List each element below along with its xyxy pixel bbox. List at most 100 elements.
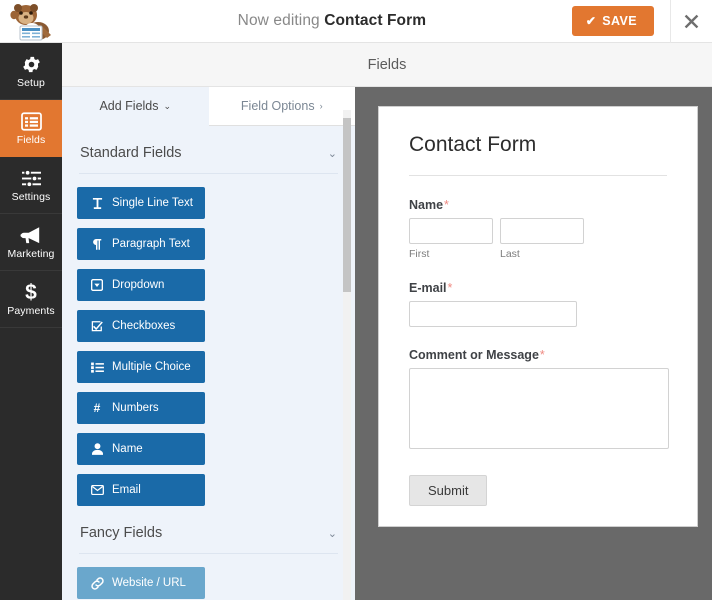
field-button-single-line-text[interactable]: Single Line Text [77, 187, 205, 219]
dropdown-caret-box-icon [90, 279, 104, 291]
tab-field-options-label: Field Options [240, 99, 315, 113]
name-first-input[interactable] [409, 218, 493, 244]
chevron-down-icon: ⌄ [327, 147, 337, 160]
field-button-numbers[interactable]: # Numbers [77, 392, 205, 424]
fields-panel-scrollbar-thumb[interactable] [343, 118, 351, 292]
gear-icon [21, 54, 42, 75]
field-label: E-mail* [409, 281, 667, 295]
sidebar-item-settings[interactable]: Settings [0, 157, 62, 214]
sidebar-item-setup[interactable]: Setup [0, 43, 62, 100]
user-icon [90, 443, 104, 455]
close-icon [684, 14, 699, 28]
pilcrow-icon [90, 238, 104, 250]
field-label-text: E-mail [409, 281, 447, 295]
list-ul-icon [90, 362, 104, 373]
sidebar-item-payments[interactable]: $ Payments [0, 271, 62, 328]
field-button-label: Email [112, 484, 141, 496]
field-button-label: Multiple Choice [112, 361, 191, 373]
comment-textarea[interactable] [409, 368, 669, 449]
sidebar-item-settings-label: Settings [11, 190, 51, 203]
sliders-icon [21, 168, 42, 189]
sidebar-item-setup-label: Setup [17, 76, 45, 89]
dollar-icon: $ [25, 280, 37, 304]
field-button-label: Single Line Text [112, 197, 193, 209]
text-cursor-icon [90, 197, 104, 209]
group-header-standard-fields[interactable]: Standard Fields ⌄ [77, 126, 340, 173]
field-button-website-url[interactable]: Website / URL [77, 567, 205, 599]
group-title-fancy: Fancy Fields [80, 525, 163, 541]
name-last-sublabel: Last [500, 248, 520, 260]
name-last-input[interactable] [500, 218, 584, 244]
builder-sidebar: Setup Fields Settings Marketing $ Paymen… [0, 43, 62, 600]
form-name-title: Contact Form [324, 12, 427, 29]
megaphone-icon [20, 225, 42, 246]
group-divider [79, 173, 338, 174]
save-button[interactable]: ✔ SAVE [571, 6, 654, 36]
preview-field-name[interactable]: Name* First Last [409, 198, 667, 260]
checkbox-checked-icon [90, 320, 104, 332]
editing-title: Now editing Contact Form [62, 12, 572, 30]
field-button-label: Website / URL [112, 577, 186, 589]
name-subfields-row: First Last [409, 218, 667, 260]
page-title: Fields [62, 43, 712, 87]
wpforms-form-builder: Now editing Contact Form ✔ SAVE Setup Fi… [0, 0, 712, 600]
wpforms-mascot-icon [10, 4, 51, 41]
submit-button[interactable]: Submit [409, 475, 488, 506]
preview-field-comment[interactable]: Comment or Message* [409, 348, 669, 454]
save-button-label: SAVE [602, 14, 637, 28]
close-builder-button[interactable] [670, 0, 712, 43]
fields-scroll-area[interactable]: Standard Fields ⌄ Single Line Text Parag… [62, 126, 355, 600]
field-button-label: Checkboxes [112, 320, 176, 332]
field-label: Comment or Message* [409, 348, 667, 362]
sidebar-item-fields[interactable]: Fields [0, 100, 62, 157]
check-icon: ✔ [585, 14, 597, 28]
link-icon [90, 576, 104, 590]
form-title-divider [409, 175, 667, 176]
field-button-label: Numbers [112, 402, 159, 414]
group-header-fancy-fields[interactable]: Fancy Fields ⌄ [77, 506, 340, 553]
name-first-col: First [409, 218, 493, 260]
sidebar-item-marketing-label: Marketing [7, 247, 55, 260]
field-label: Name* [409, 198, 667, 212]
hash-icon: # [93, 401, 101, 415]
field-label-text: Comment or Message [409, 348, 539, 362]
panel-tabs: Add Fields ⌄ Field Options › [62, 87, 355, 126]
field-button-label: Name [112, 443, 143, 455]
editing-prefix: Now editing [237, 12, 320, 29]
envelope-icon [90, 485, 104, 495]
chevron-right-icon: › [319, 101, 323, 111]
add-fields-panel: Add Fields ⌄ Field Options › Standard Fi… [62, 87, 355, 600]
group-divider [79, 553, 338, 554]
preview-field-email[interactable]: E-mail* [409, 281, 667, 327]
chevron-down-icon: ⌄ [327, 527, 337, 540]
tab-add-fields[interactable]: Add Fields ⌄ [62, 87, 209, 126]
top-header-bar: Now editing Contact Form ✔ SAVE [0, 0, 712, 43]
required-marker: * [539, 348, 545, 362]
sidebar-item-payments-label: Payments [7, 304, 55, 317]
field-label-text: Name [409, 198, 444, 212]
wpforms-logo[interactable] [0, 0, 62, 43]
tab-add-fields-label: Add Fields [99, 99, 159, 113]
required-marker: * [447, 281, 453, 295]
email-input[interactable] [409, 301, 577, 327]
sidebar-item-marketing[interactable]: Marketing [0, 214, 62, 271]
field-button-checkboxes[interactable]: Checkboxes [77, 310, 205, 342]
form-preview-card: Contact Form Name* First Last E-mail* Co… [378, 106, 698, 527]
field-button-multiple-choice[interactable]: Multiple Choice [77, 351, 205, 383]
name-first-sublabel: First [409, 248, 430, 260]
field-button-paragraph-text[interactable]: Paragraph Text [77, 228, 205, 260]
group-title-standard: Standard Fields [80, 145, 182, 161]
chevron-down-icon: ⌄ [163, 100, 172, 111]
name-last-col: Last [500, 218, 584, 260]
form-preview-title: Contact Form [409, 133, 537, 156]
field-button-name[interactable]: Name [77, 433, 205, 465]
field-button-label: Dropdown [112, 279, 165, 291]
tab-field-options[interactable]: Field Options › [208, 87, 355, 126]
field-button-dropdown[interactable]: Dropdown [77, 269, 205, 301]
fancy-fields-grid: Website / URL Address Phone [77, 567, 340, 600]
field-button-email[interactable]: Email [77, 474, 205, 506]
fields-list-icon [20, 111, 42, 132]
required-marker: * [444, 198, 449, 212]
field-button-label: Paragraph Text [112, 238, 190, 250]
sidebar-item-fields-label: Fields [16, 133, 46, 146]
